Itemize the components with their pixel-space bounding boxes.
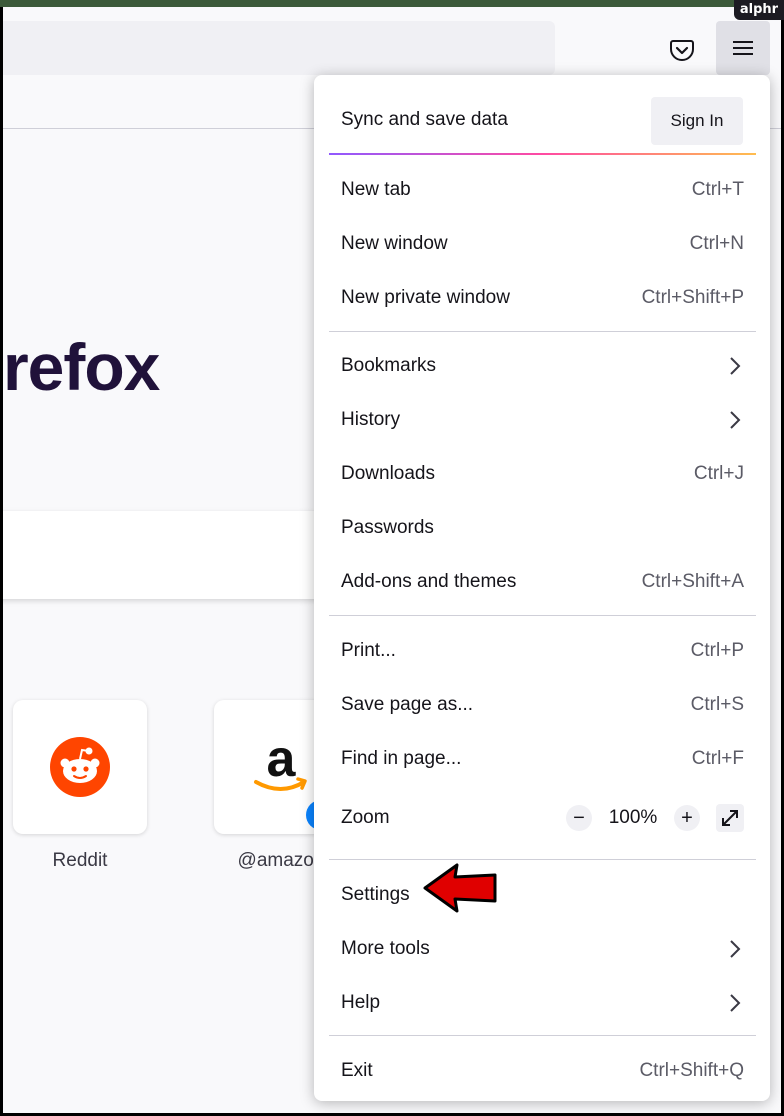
app-menu-panel: Sync and save data Sign In New tab Ctrl+… xyxy=(314,75,770,1101)
menu-item-addons-themes[interactable]: Add-ons and themes Ctrl+Shift+A xyxy=(329,557,756,607)
address-bar[interactable] xyxy=(3,21,555,75)
menu-item-label: Save page as... xyxy=(341,694,474,715)
menu-item-label: Help xyxy=(341,992,381,1013)
menu-item-passwords[interactable]: Passwords xyxy=(329,503,756,553)
chevron-right-icon xyxy=(730,411,741,429)
sync-title: Sync and save data xyxy=(341,109,508,130)
chevron-right-icon xyxy=(730,994,741,1012)
fullscreen-button[interactable] xyxy=(716,804,744,832)
menu-item-find-in-page[interactable]: Find in page... Ctrl+F xyxy=(329,734,756,784)
menu-item-new-tab[interactable]: New tab Ctrl+T xyxy=(329,165,756,215)
menu-item-settings[interactable]: Settings xyxy=(329,870,756,920)
menu-item-label: History xyxy=(341,409,401,430)
amazon-icon: a xyxy=(254,732,307,791)
top-site-label-reddit: Reddit xyxy=(52,850,108,871)
svg-text:a: a xyxy=(267,732,297,788)
menu-separator xyxy=(329,331,756,332)
reddit-icon xyxy=(50,737,110,797)
firefox-wordmark: refox xyxy=(3,330,160,404)
search-box-card[interactable] xyxy=(3,511,323,599)
chevron-right-icon xyxy=(730,357,741,375)
menu-item-label: Settings xyxy=(341,884,410,905)
menu-item-bookmarks[interactable]: Bookmarks xyxy=(329,341,756,391)
app-menu-button[interactable] xyxy=(716,21,770,75)
menu-item-label: Passwords xyxy=(341,517,434,538)
menu-item-history[interactable]: History xyxy=(329,395,756,445)
chevron-right-icon xyxy=(730,940,741,958)
zoom-level[interactable]: 100% xyxy=(592,807,674,829)
pocket-icon xyxy=(670,40,694,61)
menu-item-help[interactable]: Help xyxy=(329,978,756,1028)
zoom-controls: − 100% + xyxy=(566,804,744,832)
sync-row: Sync and save data Sign In xyxy=(314,75,770,155)
annotation-arrow-icon xyxy=(423,863,497,913)
menu-item-more-tools[interactable]: More tools xyxy=(329,924,756,974)
menu-separator xyxy=(329,615,756,616)
zoom-out-button[interactable]: − xyxy=(566,805,592,831)
menu-item-label: Exit xyxy=(341,1060,373,1081)
menu-item-label: Bookmarks xyxy=(341,355,437,376)
menu-item-zoom: Zoom − 100% + xyxy=(329,793,756,843)
menu-item-new-private-window[interactable]: New private window Ctrl+Shift+P xyxy=(329,273,756,323)
menu-item-shortcut: Ctrl+J xyxy=(693,463,744,484)
menu-item-shortcut: Ctrl+Shift+A xyxy=(641,571,744,592)
menu-item-label: New private window xyxy=(341,287,510,308)
zoom-in-button[interactable]: + xyxy=(674,805,700,831)
menu-item-downloads[interactable]: Downloads Ctrl+J xyxy=(329,449,756,499)
top-site-tile-reddit[interactable] xyxy=(13,700,147,834)
menu-item-label: Downloads xyxy=(341,463,435,484)
menu-item-label: New window xyxy=(341,233,448,254)
menu-item-shortcut: Ctrl+Shift+P xyxy=(641,287,744,308)
menu-item-shortcut: Ctrl+T xyxy=(691,179,744,200)
menu-item-shortcut: Ctrl+N xyxy=(689,233,744,254)
menu-item-exit[interactable]: Exit Ctrl+Shift+Q xyxy=(329,1046,756,1096)
menu-item-shortcut: Ctrl+F xyxy=(691,748,744,769)
alphr-watermark: alphr xyxy=(734,0,784,20)
account-gradient-divider xyxy=(329,153,756,155)
menu-item-new-window[interactable]: New window Ctrl+N xyxy=(329,219,756,269)
menu-item-label: New tab xyxy=(341,179,411,200)
hamburger-icon xyxy=(733,41,753,55)
pocket-button[interactable] xyxy=(663,33,701,67)
menu-item-shortcut: Ctrl+S xyxy=(690,694,744,715)
window-top-strip xyxy=(0,0,784,7)
sign-in-button[interactable]: Sign In xyxy=(651,97,743,145)
menu-separator xyxy=(329,859,756,860)
menu-item-label: Add-ons and themes xyxy=(341,571,517,592)
menu-item-save-page-as[interactable]: Save page as... Ctrl+S xyxy=(329,680,756,730)
menu-item-label: More tools xyxy=(341,938,430,959)
menu-item-shortcut: Ctrl+P xyxy=(690,640,744,661)
menu-item-label: Zoom xyxy=(341,807,390,828)
menu-item-label: Find in page... xyxy=(341,748,462,769)
menu-item-print[interactable]: Print... Ctrl+P xyxy=(329,626,756,676)
fullscreen-icon xyxy=(722,810,738,826)
menu-item-shortcut: Ctrl+Shift+Q xyxy=(639,1060,744,1081)
browser-viewport: refox Reddit a @amazon Sync and save dat… xyxy=(3,7,781,1113)
menu-separator xyxy=(329,1035,756,1036)
screenshot-frame: refox Reddit a @amazon Sync and save dat… xyxy=(0,0,784,1116)
menu-item-label: Print... xyxy=(341,640,396,661)
